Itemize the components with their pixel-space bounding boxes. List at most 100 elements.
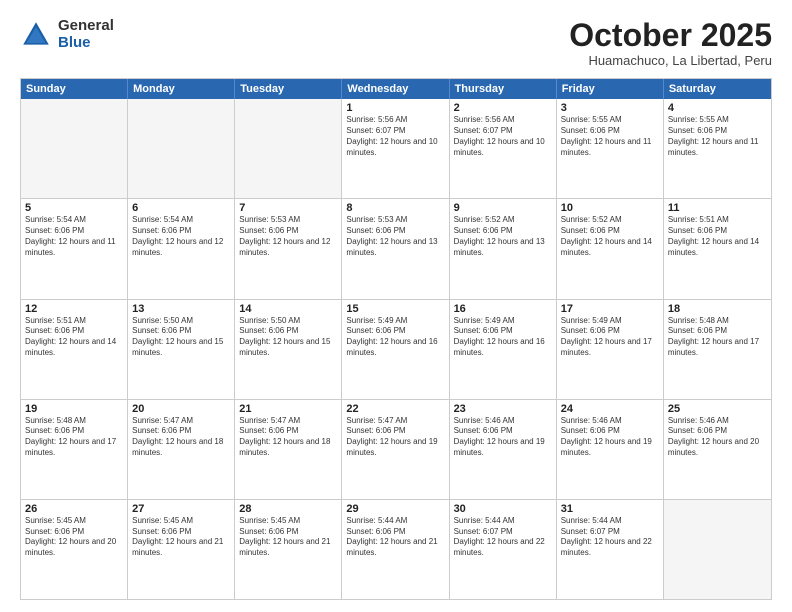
weekday-header-monday: Monday bbox=[128, 79, 235, 99]
day-number: 14 bbox=[239, 303, 337, 315]
day-cell-13: 13Sunrise: 5:50 AMSunset: 6:06 PMDayligh… bbox=[128, 300, 235, 399]
cell-info: Sunrise: 5:55 AMSunset: 6:06 PMDaylight:… bbox=[561, 115, 659, 158]
cell-info: Sunrise: 5:51 AMSunset: 6:06 PMDaylight:… bbox=[668, 215, 767, 258]
cell-info: Sunrise: 5:44 AMSunset: 6:06 PMDaylight:… bbox=[346, 516, 444, 559]
day-number: 16 bbox=[454, 303, 552, 315]
logo-icon bbox=[20, 19, 52, 51]
weekday-header-friday: Friday bbox=[557, 79, 664, 99]
day-number: 19 bbox=[25, 403, 123, 415]
day-cell-14: 14Sunrise: 5:50 AMSunset: 6:06 PMDayligh… bbox=[235, 300, 342, 399]
calendar-header: SundayMondayTuesdayWednesdayThursdayFrid… bbox=[21, 79, 771, 99]
logo-blue-text: Blue bbox=[58, 35, 114, 52]
empty-cell bbox=[664, 500, 771, 599]
day-number: 8 bbox=[346, 202, 444, 214]
cell-info: Sunrise: 5:54 AMSunset: 6:06 PMDaylight:… bbox=[25, 215, 123, 258]
header: General Blue October 2025 Huamachuco, La… bbox=[20, 18, 772, 68]
day-cell-7: 7Sunrise: 5:53 AMSunset: 6:06 PMDaylight… bbox=[235, 199, 342, 298]
day-cell-25: 25Sunrise: 5:46 AMSunset: 6:06 PMDayligh… bbox=[664, 400, 771, 499]
day-cell-2: 2Sunrise: 5:56 AMSunset: 6:07 PMDaylight… bbox=[450, 99, 557, 198]
day-number: 29 bbox=[346, 503, 444, 515]
logo: General Blue bbox=[20, 18, 114, 51]
day-number: 1 bbox=[346, 102, 444, 114]
day-cell-27: 27Sunrise: 5:45 AMSunset: 6:06 PMDayligh… bbox=[128, 500, 235, 599]
cell-info: Sunrise: 5:47 AMSunset: 6:06 PMDaylight:… bbox=[239, 416, 337, 459]
cell-info: Sunrise: 5:46 AMSunset: 6:06 PMDaylight:… bbox=[454, 416, 552, 459]
day-cell-24: 24Sunrise: 5:46 AMSunset: 6:06 PMDayligh… bbox=[557, 400, 664, 499]
day-number: 27 bbox=[132, 503, 230, 515]
day-number: 2 bbox=[454, 102, 552, 114]
cell-info: Sunrise: 5:56 AMSunset: 6:07 PMDaylight:… bbox=[454, 115, 552, 158]
day-number: 6 bbox=[132, 202, 230, 214]
day-number: 15 bbox=[346, 303, 444, 315]
day-number: 31 bbox=[561, 503, 659, 515]
day-cell-6: 6Sunrise: 5:54 AMSunset: 6:06 PMDaylight… bbox=[128, 199, 235, 298]
cell-info: Sunrise: 5:47 AMSunset: 6:06 PMDaylight:… bbox=[132, 416, 230, 459]
weekday-header-saturday: Saturday bbox=[664, 79, 771, 99]
day-number: 5 bbox=[25, 202, 123, 214]
logo-text: General Blue bbox=[58, 18, 114, 51]
empty-cell bbox=[128, 99, 235, 198]
day-cell-19: 19Sunrise: 5:48 AMSunset: 6:06 PMDayligh… bbox=[21, 400, 128, 499]
weekday-header-tuesday: Tuesday bbox=[235, 79, 342, 99]
day-number: 9 bbox=[454, 202, 552, 214]
empty-cell bbox=[235, 99, 342, 198]
cell-info: Sunrise: 5:52 AMSunset: 6:06 PMDaylight:… bbox=[454, 215, 552, 258]
calendar-row-0: 1 Sunrise: 5:56 AMSunset: 6:07 PMDaylight… bbox=[21, 99, 771, 198]
weekday-header-wednesday: Wednesday bbox=[342, 79, 449, 99]
cell-info: Sunrise: 5:49 AMSunset: 6:06 PMDaylight:… bbox=[561, 316, 659, 359]
day-cell-8: 8Sunrise: 5:53 AMSunset: 6:06 PMDaylight… bbox=[342, 199, 449, 298]
day-number: 28 bbox=[239, 503, 337, 515]
day-cell-17: 17Sunrise: 5:49 AMSunset: 6:06 PMDayligh… bbox=[557, 300, 664, 399]
day-cell-28: 28Sunrise: 5:45 AMSunset: 6:06 PMDayligh… bbox=[235, 500, 342, 599]
day-cell-10: 10Sunrise: 5:52 AMSunset: 6:06 PMDayligh… bbox=[557, 199, 664, 298]
day-number: 18 bbox=[668, 303, 767, 315]
cell-info: Sunrise: 5:46 AMSunset: 6:06 PMDaylight:… bbox=[561, 416, 659, 459]
month-title: October 2025 bbox=[569, 18, 772, 53]
calendar-row-4: 26Sunrise: 5:45 AMSunset: 6:06 PMDayligh… bbox=[21, 499, 771, 599]
logo-general-text: General bbox=[58, 18, 114, 35]
day-cell-9: 9Sunrise: 5:52 AMSunset: 6:06 PMDaylight… bbox=[450, 199, 557, 298]
weekday-header-sunday: Sunday bbox=[21, 79, 128, 99]
cell-info: Sunrise: 5:50 AMSunset: 6:06 PMDaylight:… bbox=[239, 316, 337, 359]
day-number: 23 bbox=[454, 403, 552, 415]
cell-info: Sunrise: 5:47 AMSunset: 6:06 PMDaylight:… bbox=[346, 416, 444, 459]
cell-info: Sunrise: 5:48 AMSunset: 6:06 PMDaylight:… bbox=[25, 416, 123, 459]
day-number: 13 bbox=[132, 303, 230, 315]
day-number: 4 bbox=[668, 102, 767, 114]
cell-info: Sunrise: 5:50 AMSunset: 6:06 PMDaylight:… bbox=[132, 316, 230, 359]
cell-info: Sunrise: 5:49 AMSunset: 6:06 PMDaylight:… bbox=[454, 316, 552, 359]
day-cell-4: 4Sunrise: 5:55 AMSunset: 6:06 PMDaylight… bbox=[664, 99, 771, 198]
cell-info: Sunrise: 5:55 AMSunset: 6:06 PMDaylight:… bbox=[668, 115, 767, 158]
day-number: 17 bbox=[561, 303, 659, 315]
cell-info: Sunrise: 5:46 AMSunset: 6:06 PMDaylight:… bbox=[668, 416, 767, 459]
day-number: 25 bbox=[668, 403, 767, 415]
empty-cell bbox=[21, 99, 128, 198]
cell-info: Sunrise: 5:45 AMSunset: 6:06 PMDaylight:… bbox=[25, 516, 123, 559]
calendar-row-3: 19Sunrise: 5:48 AMSunset: 6:06 PMDayligh… bbox=[21, 399, 771, 499]
cell-info: Sunrise: 5:53 AMSunset: 6:06 PMDaylight:… bbox=[346, 215, 444, 258]
day-cell-16: 16Sunrise: 5:49 AMSunset: 6:06 PMDayligh… bbox=[450, 300, 557, 399]
day-number: 24 bbox=[561, 403, 659, 415]
day-cell-23: 23Sunrise: 5:46 AMSunset: 6:06 PMDayligh… bbox=[450, 400, 557, 499]
cell-info: Sunrise: 5:44 AMSunset: 6:07 PMDaylight:… bbox=[561, 516, 659, 559]
day-cell-26: 26Sunrise: 5:45 AMSunset: 6:06 PMDayligh… bbox=[21, 500, 128, 599]
day-number: 10 bbox=[561, 202, 659, 214]
day-number: 11 bbox=[668, 202, 767, 214]
day-number: 21 bbox=[239, 403, 337, 415]
day-cell-29: 29Sunrise: 5:44 AMSunset: 6:06 PMDayligh… bbox=[342, 500, 449, 599]
cell-info: Sunrise: 5:52 AMSunset: 6:06 PMDaylight:… bbox=[561, 215, 659, 258]
weekday-header-thursday: Thursday bbox=[450, 79, 557, 99]
location: Huamachuco, La Libertad, Peru bbox=[569, 53, 772, 68]
title-block: October 2025 Huamachuco, La Libertad, Pe… bbox=[569, 18, 772, 68]
page: General Blue October 2025 Huamachuco, La… bbox=[0, 0, 792, 612]
cell-info: Sunrise: 5:45 AMSunset: 6:06 PMDaylight:… bbox=[239, 516, 337, 559]
calendar-body: 1 Sunrise: 5:56 AMSunset: 6:07 PMDaylight… bbox=[21, 99, 771, 599]
day-cell-22: 22Sunrise: 5:47 AMSunset: 6:06 PMDayligh… bbox=[342, 400, 449, 499]
day-number: 12 bbox=[25, 303, 123, 315]
day-cell-30: 30Sunrise: 5:44 AMSunset: 6:07 PMDayligh… bbox=[450, 500, 557, 599]
day-cell-12: 12Sunrise: 5:51 AMSunset: 6:06 PMDayligh… bbox=[21, 300, 128, 399]
day-cell-21: 21Sunrise: 5:47 AMSunset: 6:06 PMDayligh… bbox=[235, 400, 342, 499]
day-cell-31: 31Sunrise: 5:44 AMSunset: 6:07 PMDayligh… bbox=[557, 500, 664, 599]
cell-info: Sunrise: 5:48 AMSunset: 6:06 PMDaylight:… bbox=[668, 316, 767, 359]
day-cell-20: 20Sunrise: 5:47 AMSunset: 6:06 PMDayligh… bbox=[128, 400, 235, 499]
